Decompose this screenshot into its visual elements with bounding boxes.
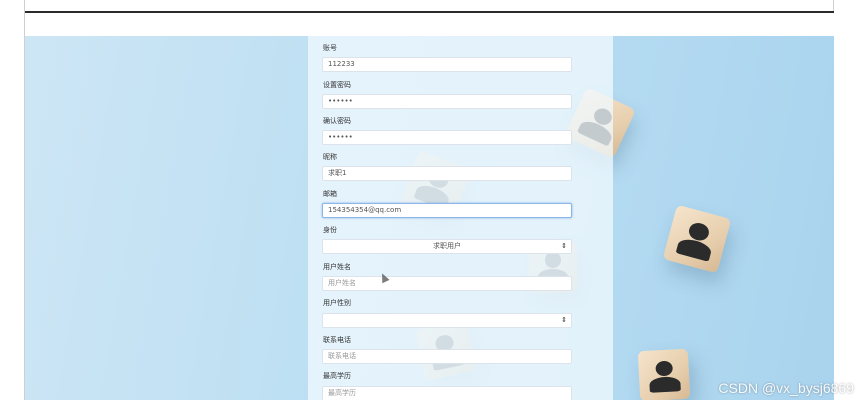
education-input[interactable]: 最高学历 <box>322 386 572 400</box>
select-arrow-icon: ⇕ <box>561 242 567 250</box>
confirm-password-label: 确认密码 <box>323 117 351 125</box>
user-gender-select[interactable]: ⇕ <box>322 313 572 328</box>
nickname-label: 昵称 <box>323 153 337 161</box>
phone-label: 联系电话 <box>323 336 351 344</box>
select-arrow-icon: ⇕ <box>561 316 567 324</box>
password-label: 设置密码 <box>323 81 351 89</box>
user-name-label: 用户姓名 <box>323 263 351 271</box>
confirm-password-input[interactable]: •••••• <box>322 130 572 145</box>
education-label: 最高学历 <box>323 372 351 380</box>
identity-select[interactable]: 求职用户 ⇕ <box>322 239 572 254</box>
person-cube-decoration <box>662 204 732 274</box>
person-cube-decoration <box>637 348 691 400</box>
phone-input[interactable]: 联系电话 <box>322 349 572 364</box>
identity-selected-value: 求职用户 <box>433 242 461 250</box>
account-input[interactable]: 112233 <box>322 57 572 72</box>
watermark: CSDN @vx_bysj6869 <box>718 380 854 396</box>
nickname-input[interactable]: 求职1 <box>322 166 572 181</box>
email-input[interactable]: 154354354@qq.com <box>322 203 572 218</box>
user-name-input[interactable]: 用户姓名 <box>322 276 572 291</box>
email-label: 邮箱 <box>323 190 337 198</box>
password-input[interactable]: •••••• <box>322 94 572 109</box>
register-page-background: 账号 112233 设置密码 •••••• 确认密码 •••••• 昵称 求职1… <box>25 36 834 400</box>
identity-label: 身份 <box>323 226 337 234</box>
user-gender-label: 用户性别 <box>323 299 351 307</box>
top-divider <box>25 11 834 13</box>
person-icon <box>654 360 673 377</box>
register-form-panel <box>308 36 613 400</box>
account-label: 账号 <box>323 44 337 52</box>
